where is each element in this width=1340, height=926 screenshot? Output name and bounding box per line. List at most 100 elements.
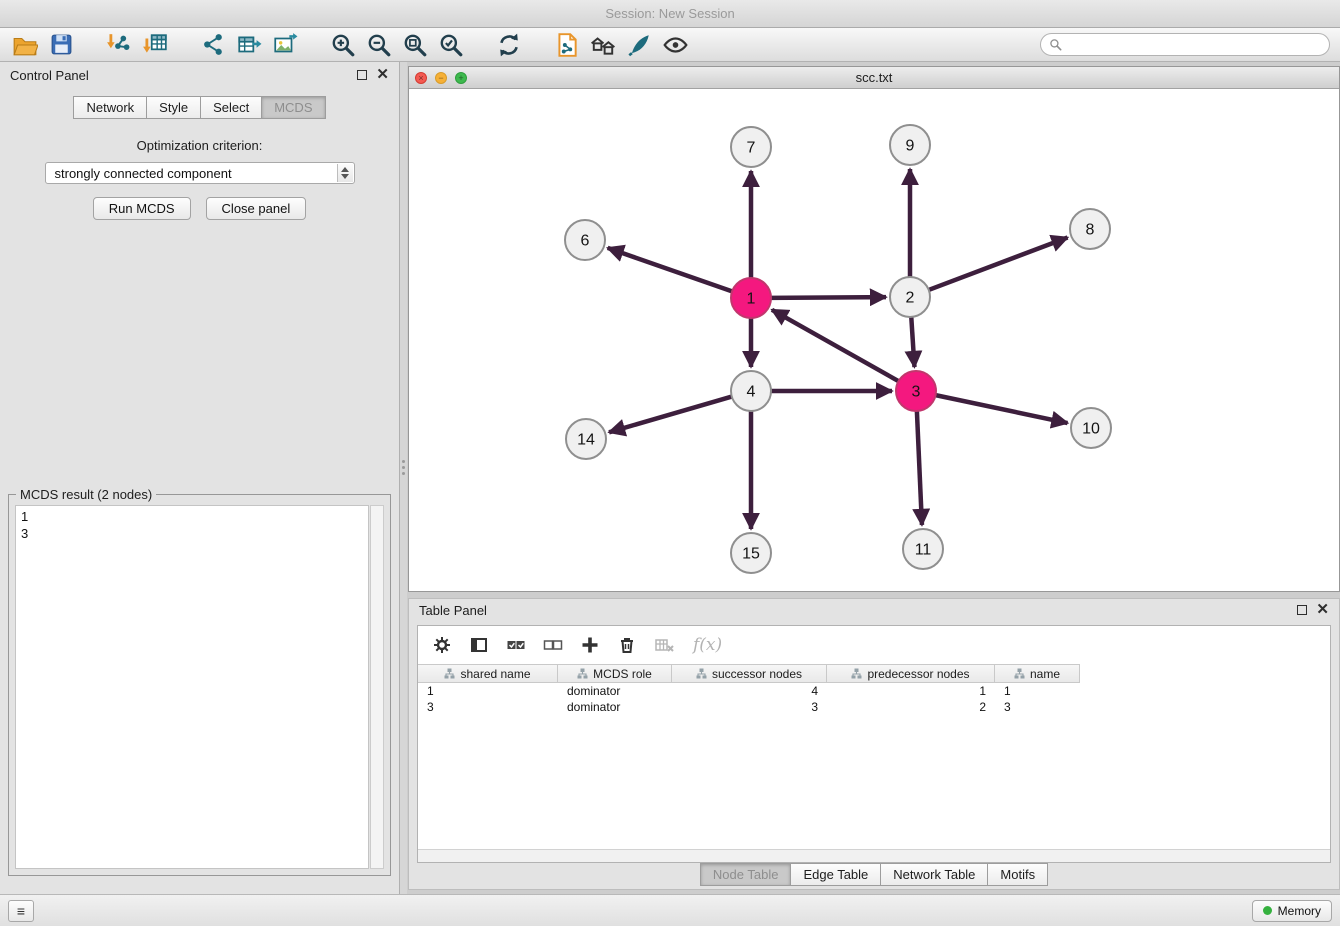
apply-layout-button[interactable]	[494, 31, 524, 59]
edge-3-10[interactable]	[936, 395, 1068, 423]
select-all-button[interactable]	[506, 635, 526, 655]
table-cell[interactable]: 1	[995, 683, 1080, 699]
column-header-label: predecessor nodes	[867, 667, 969, 681]
zoom-fit-icon	[402, 32, 428, 58]
zoom-in-button[interactable]	[328, 31, 358, 59]
close-table-panel-button[interactable]: ✕	[1316, 605, 1329, 615]
column-header-mcds-role[interactable]: MCDS role	[558, 664, 672, 683]
table-cell[interactable]: 1	[827, 683, 995, 699]
main-toolbar	[0, 28, 1340, 62]
column-header-predecessor-nodes[interactable]: predecessor nodes	[827, 664, 995, 683]
edge-1-2[interactable]	[771, 297, 886, 298]
table-cell[interactable]: dominator	[558, 683, 672, 699]
criterion-dropdown[interactable]: strongly connected component	[45, 162, 355, 184]
search-input[interactable]	[1067, 38, 1321, 52]
zoom-selected-button[interactable]	[436, 31, 466, 59]
delete-entry-button[interactable]	[617, 635, 637, 655]
save-floppy-icon	[49, 32, 74, 57]
table-tab-node-table[interactable]: Node Table	[700, 863, 792, 886]
edge-3-1[interactable]	[772, 310, 899, 381]
network-canvas[interactable]: 7968124314101511	[409, 89, 1339, 591]
unselect-all-icon	[543, 635, 563, 655]
table-toolbar: f(x)	[418, 626, 1330, 664]
table-tab-motifs[interactable]: Motifs	[987, 863, 1048, 886]
edge-3-11[interactable]	[917, 411, 922, 525]
edge-2-8[interactable]	[929, 237, 1068, 289]
window-title: Session: New Session	[605, 6, 734, 21]
add-entry-button[interactable]	[580, 635, 600, 655]
table-horizontal-scrollbar[interactable]	[418, 849, 1330, 862]
mcds-result-group: MCDS result (2 nodes) 13	[8, 494, 391, 876]
search-field[interactable]	[1040, 33, 1330, 56]
minimize-window-button[interactable]: −	[435, 72, 447, 84]
table-cell[interactable]: dominator	[558, 699, 672, 715]
table-cell[interactable]: 2	[827, 699, 995, 715]
delete-column-button[interactable]	[654, 635, 676, 655]
workspace: × − + scc.txt 7968124314101511 Table Pan…	[407, 62, 1340, 894]
float-panel-button[interactable]	[357, 70, 367, 80]
control-panel-tabs: NetworkStyleSelectMCDS	[0, 96, 399, 119]
trash-icon	[617, 635, 637, 655]
import-network-file-button[interactable]	[104, 31, 134, 59]
dropdown-spinner-icon	[337, 164, 353, 182]
brush-icon	[626, 32, 652, 58]
column-header-label: shared name	[460, 667, 530, 681]
result-scrollbar[interactable]	[370, 505, 384, 869]
column-type-icon	[444, 668, 455, 679]
control-tab-select[interactable]: Select	[200, 96, 262, 119]
table-options-button[interactable]	[432, 635, 452, 655]
edge-4-14[interactable]	[609, 397, 732, 433]
control-panel: Control Panel ✕ NetworkStyleSelectMCDS O…	[0, 62, 400, 894]
refresh-layout-icon	[496, 32, 522, 58]
open-session-button[interactable]	[10, 31, 40, 59]
zoom-out-button[interactable]	[364, 31, 394, 59]
table-cell[interactable]: 3	[995, 699, 1080, 715]
first-neighbors-button[interactable]	[588, 31, 618, 59]
control-tab-network[interactable]: Network	[73, 96, 147, 119]
table-tab-network-table[interactable]: Network Table	[880, 863, 988, 886]
show-graphics-details-button[interactable]	[660, 31, 690, 59]
unselect-all-button[interactable]	[543, 635, 563, 655]
close-panel-button[interactable]: ✕	[376, 70, 389, 80]
export-network-button[interactable]	[198, 31, 228, 59]
apply-style-button[interactable]	[624, 31, 654, 59]
edge-1-6[interactable]	[608, 248, 732, 291]
status-bar: ≡ Memory	[0, 894, 1340, 926]
column-header-successor-nodes[interactable]: successor nodes	[672, 664, 827, 683]
export-table-button[interactable]	[234, 31, 264, 59]
run-mcds-button[interactable]: Run MCDS	[93, 197, 191, 220]
column-header-name[interactable]: name	[995, 664, 1080, 683]
node-label-4: 4	[747, 384, 756, 401]
memory-button[interactable]: Memory	[1252, 900, 1332, 922]
edge-2-3[interactable]	[911, 317, 914, 367]
table-cell[interactable]: 3	[418, 699, 558, 715]
show-columns-button[interactable]	[469, 635, 489, 655]
control-tab-mcds[interactable]: MCDS	[261, 96, 325, 119]
table-tab-edge-table[interactable]: Edge Table	[790, 863, 881, 886]
table-cell[interactable]: 1	[418, 683, 558, 699]
network-window-titlebar[interactable]: × − + scc.txt	[409, 67, 1339, 89]
node-label-3: 3	[912, 384, 921, 401]
network-view-window: × − + scc.txt 7968124314101511	[408, 66, 1340, 592]
table-cell[interactable]: 4	[672, 683, 827, 699]
table-row[interactable]: 3dominator323	[418, 699, 1330, 715]
task-history-button[interactable]: ≡	[8, 900, 34, 922]
network-document-button[interactable]	[552, 31, 582, 59]
mcds-result-list[interactable]: 13	[15, 505, 369, 869]
table-cell[interactable]: 3	[672, 699, 827, 715]
panel-splitter[interactable]	[400, 62, 407, 894]
zoom-window-button[interactable]: +	[455, 72, 467, 84]
export-image-button[interactable]	[270, 31, 300, 59]
control-tab-style[interactable]: Style	[146, 96, 201, 119]
window-titlebar[interactable]: Session: New Session	[0, 0, 1340, 28]
float-table-panel-button[interactable]	[1297, 605, 1307, 615]
function-builder-button[interactable]: f(x)	[693, 635, 722, 655]
close-window-button[interactable]: ×	[415, 72, 427, 84]
close-panel-action-button[interactable]: Close panel	[206, 197, 307, 220]
save-session-button[interactable]	[46, 31, 76, 59]
search-icon	[1049, 38, 1062, 51]
zoom-fit-button[interactable]	[400, 31, 430, 59]
table-row[interactable]: 1dominator411	[418, 683, 1330, 699]
import-table-file-button[interactable]	[140, 31, 170, 59]
column-header-shared-name[interactable]: shared name	[418, 664, 558, 683]
